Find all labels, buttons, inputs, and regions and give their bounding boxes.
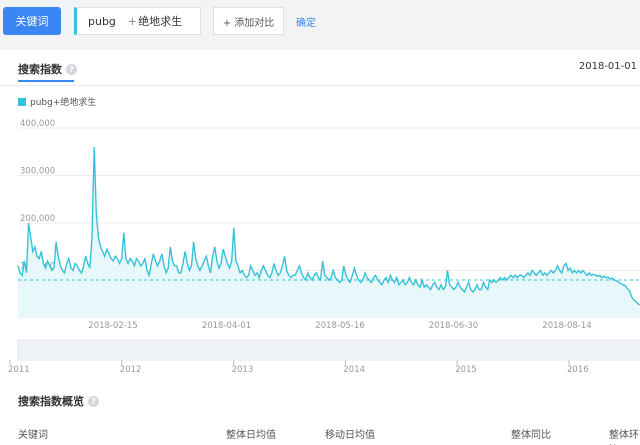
summary-table-header: 关键词 整体日均值 移动日均值 整体同比 整体环比 bbox=[0, 420, 640, 445]
x-tick-label: 2018-04-01 bbox=[202, 321, 251, 331]
y-tick-label: 300,000 bbox=[20, 167, 55, 177]
summary-title: 搜索指数概览 ? bbox=[18, 393, 99, 409]
summary-header-keyword: 关键词 bbox=[18, 430, 48, 441]
help-icon[interactable]: ? bbox=[66, 63, 77, 75]
search-index-chart[interactable]: 400,000300,000200,000100,0002018-02-1520… bbox=[0, 100, 640, 390]
keyword-plus-separator: + bbox=[127, 14, 138, 28]
timeline-label: 2011 bbox=[8, 365, 30, 375]
section-title: 搜索指数 ? bbox=[18, 61, 77, 77]
help-icon[interactable]: ? bbox=[88, 395, 99, 407]
keyword-sub-text: 绝地求生 bbox=[138, 15, 183, 28]
keyword-main-text: pubg bbox=[88, 14, 116, 28]
x-tick-label: 2018-06-30 bbox=[429, 321, 478, 331]
timeline-window bbox=[18, 340, 640, 360]
summary-header-overall-avg: 整体日均值 bbox=[226, 430, 276, 441]
toolbar: 关键词 pubg + 绝地求生 + 添加对比 确定 bbox=[0, 0, 640, 46]
summary-header-mom: 整体环比 bbox=[609, 430, 639, 441]
x-tick-label: 2018-02-15 bbox=[88, 321, 137, 331]
series-area bbox=[18, 147, 640, 318]
section-title-text: 搜索指数 bbox=[18, 63, 62, 76]
summary-header-mobile-avg: 移动日均值 bbox=[325, 430, 375, 441]
divider bbox=[0, 85, 640, 86]
x-tick-label: 2018-05-16 bbox=[315, 321, 364, 331]
timeline-label: 2015 bbox=[455, 365, 477, 375]
search-index-panel: 搜索指数 ? 2018-01-01 pubg+绝地求生 400,000 300,0… bbox=[0, 50, 640, 445]
timeline-label: 2012 bbox=[120, 365, 142, 375]
keyword-tab-button[interactable]: 关键词 bbox=[3, 7, 61, 35]
y-tick-label: 200,000 bbox=[20, 214, 55, 224]
keyword-input[interactable]: pubg + 绝地求生 bbox=[74, 7, 201, 35]
summary-title-text: 搜索指数概览 bbox=[18, 395, 84, 408]
date-range-label: 2018-01-01 bbox=[578, 61, 637, 72]
timeline-label: 2016 bbox=[567, 365, 589, 375]
add-compare-button[interactable]: + 添加对比 bbox=[213, 7, 284, 35]
x-tick-label: 2018-08-14 bbox=[542, 321, 591, 331]
section-title-underline bbox=[18, 80, 74, 82]
timeline-label: 2014 bbox=[343, 365, 365, 375]
timeline-label: 2013 bbox=[232, 365, 254, 375]
summary-header-yoy: 整体同比 bbox=[511, 430, 551, 441]
y-tick-label: 400,000 bbox=[20, 119, 55, 129]
confirm-link[interactable]: 确定 bbox=[296, 14, 316, 29]
